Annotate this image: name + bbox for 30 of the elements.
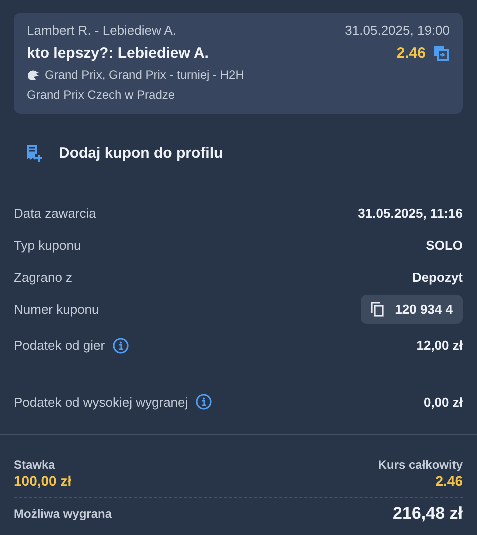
possible-win-label: Możliwa wygrana bbox=[14, 507, 112, 521]
match-teams: Lambert R. - Lebiediew A. bbox=[27, 23, 177, 38]
detail-label: Podatek od gier bbox=[14, 338, 106, 353]
total-odds-label: Kurs całkowity bbox=[378, 458, 463, 472]
copy-icon bbox=[371, 302, 384, 316]
detail-value: SOLO bbox=[426, 238, 463, 252]
stake-label: Stawka bbox=[14, 458, 56, 472]
detail-label: Data zawarcia bbox=[14, 206, 96, 220]
stake-value: 100,00 zł bbox=[14, 473, 72, 489]
detail-label: Numer kuponu bbox=[14, 302, 100, 316]
detail-label: Typ kuponu bbox=[14, 238, 82, 252]
info-icon[interactable] bbox=[113, 338, 130, 354]
detail-value: 12,00 zł bbox=[416, 338, 463, 353]
detail-value: 31.05.2025, 11:16 bbox=[358, 206, 463, 220]
total-odds-value: 2.46 bbox=[436, 473, 463, 489]
bet-selection: kto lepszy?: Lebiediew A. bbox=[27, 44, 209, 62]
venue-name: Grand Prix Czech w Pradze bbox=[27, 88, 176, 102]
detail-value: 0,00 zł bbox=[424, 395, 463, 410]
possible-win-value: 216,48 zł bbox=[393, 504, 463, 524]
match-datetime: 31.05.2025, 19:00 bbox=[345, 23, 450, 38]
detail-label: Podatek od wysokiej wygranej bbox=[14, 394, 188, 410]
detail-label: Zagrano z bbox=[14, 270, 73, 284]
odds-value: 2.46 bbox=[396, 44, 426, 62]
add-document-icon bbox=[26, 144, 43, 163]
copy-number-button[interactable]: 120 934 4 bbox=[361, 294, 463, 324]
detail-value: Depozyt bbox=[412, 270, 463, 284]
swap-icon[interactable] bbox=[432, 44, 450, 62]
add-coupon-button[interactable]: Dodaj kupon do profilu bbox=[26, 144, 224, 163]
competition-name: Grand Prix, Grand Prix - turniej - H2H bbox=[45, 68, 244, 82]
info-icon[interactable] bbox=[196, 394, 212, 410]
